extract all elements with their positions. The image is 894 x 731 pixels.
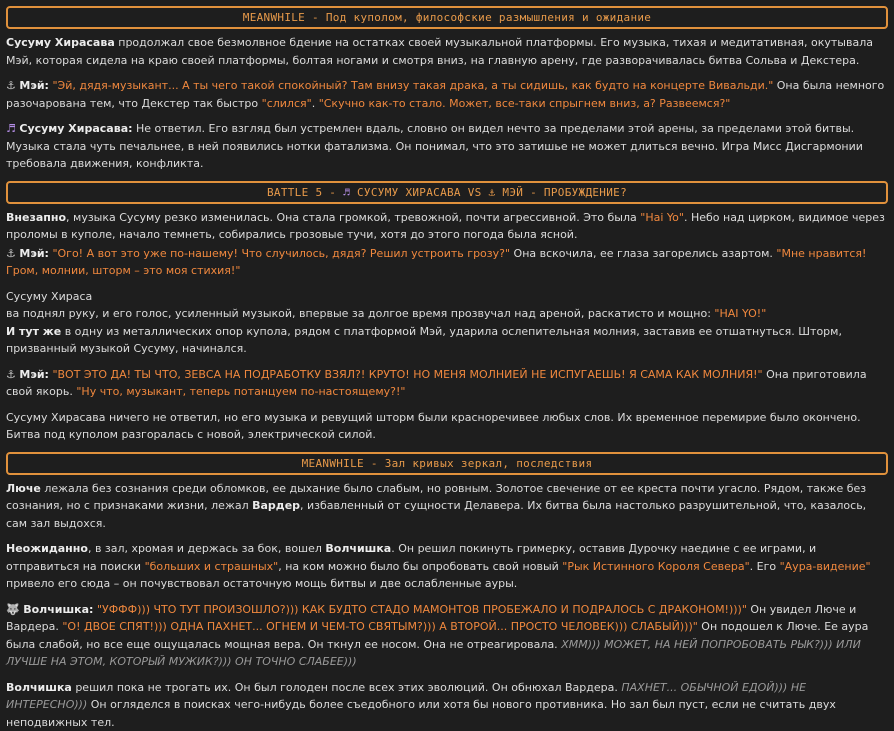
- story-document: MEANWHILE - Под куполом, философские раз…: [0, 0, 894, 731]
- section-banner-mirror-hall: MEANWHILE - Зал кривых зеркал, последств…: [6, 452, 888, 475]
- music-note-icon: ♬: [6, 120, 16, 138]
- quote: "Аура-видение": [780, 560, 871, 573]
- section-banner-battle-5: BATTLE 5 - ♬ СУСУМУ ХИРАСАВА VS ⚓ МЭЙ - …: [6, 181, 888, 204]
- anchor-icon: ⚓: [6, 77, 16, 95]
- quote: "слился": [262, 97, 312, 110]
- paragraph-music-change: Внезапно, музыка Сусуму резко изменилась…: [6, 209, 888, 244]
- speaker-name: Волчишка:: [23, 603, 93, 616]
- dialogue-mei-1: ⚓ Мэй: "Эй, дядя-музыкант... А ты чего т…: [6, 77, 888, 112]
- paragraph-susumu-vigil: Сусуму Хирасава продолжал свое безмолвно…: [6, 34, 888, 69]
- speaker-name: Мэй:: [19, 368, 49, 381]
- dialogue-mei-2: ⚓ Мэй: "Ого! А вот это уже по-нашему! Чт…: [6, 245, 888, 280]
- speaker-name: Мэй:: [19, 79, 49, 92]
- wolf-icon: 🐺: [6, 601, 20, 619]
- quote: "Ого! А вот это уже по-нашему! Что случи…: [52, 247, 510, 260]
- dialogue-susumu-1: ♬ Сусуму Хирасава: Не ответил. Его взгля…: [6, 120, 888, 173]
- dialogue-wolf-1: 🐺 Волчишка: "УФФФ))) ЧТО ТУТ ПРОИЗОШЛО?)…: [6, 601, 888, 671]
- paragraph-hai-yo: Сусуму Хираса ва поднял руку, и его голо…: [6, 288, 888, 358]
- section-banner-meanwhile-dome: MEANWHILE - Под куполом, философские раз…: [6, 6, 888, 29]
- paragraph-aftermath: Люче лежала без сознания среди обломков,…: [6, 480, 888, 533]
- quote: "Скучно как-то стало. Может, все-таки сп…: [319, 97, 731, 110]
- anchor-icon: ⚓: [6, 366, 16, 384]
- dialogue-mei-3: ⚓ Мэй: "ВОТ ЭТО ДА! ТЫ ЧТО, ЗЕВСА НА ПОД…: [6, 366, 888, 401]
- speaker-name: Мэй:: [19, 247, 49, 260]
- speaker-name: Сусуму Хирасава:: [19, 122, 132, 135]
- paragraph-storm: Сусуму Хирасава ничего не ответил, но ег…: [6, 409, 888, 444]
- quote: "Рык Истинного Короля Севера": [562, 560, 749, 573]
- quote: "ВОТ ЭТО ДА! ТЫ ЧТО, ЗЕВСА НА ПОДРАБОТКУ…: [52, 368, 762, 381]
- character-name: Сусуму Хирасава: [6, 36, 115, 49]
- quote: "Ну что, музыкант, теперь потанцуем по-н…: [76, 385, 405, 398]
- quote: "Hai Yo": [640, 211, 684, 224]
- anchor-icon: ⚓: [6, 245, 16, 263]
- quote: "О! ДВОЕ СПЯТ!))) ОДНА ПАХНЕТ... ОГНЕМ И…: [62, 620, 697, 633]
- quote: "УФФФ))) ЧТО ТУТ ПРОИЗОШЛО?))) КАК БУДТО…: [97, 603, 747, 616]
- paragraph-wolf-enters: Неожиданно, в зал, хромая и держась за б…: [6, 540, 888, 593]
- quote: "больших и страшных": [145, 560, 279, 573]
- quote: "Эй, дядя-музыкант... А ты чего такой сп…: [52, 79, 773, 92]
- quote: "HAI YO!": [714, 307, 766, 320]
- paragraph-wolf-sniffs: Волчишка решил пока не трогать их. Он бы…: [6, 679, 888, 731]
